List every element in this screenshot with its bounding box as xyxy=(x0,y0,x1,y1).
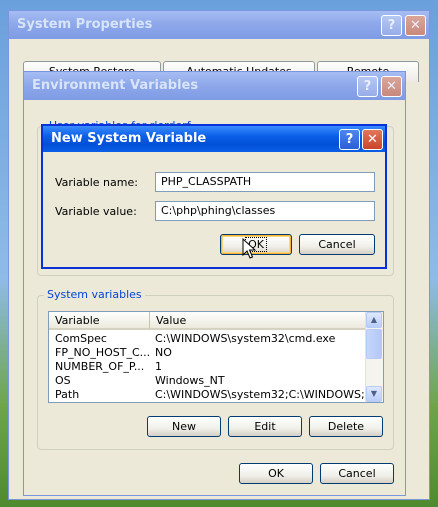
variable-cell: FP_NO_HOST_C... xyxy=(55,346,151,359)
column-header-value[interactable]: Value xyxy=(150,312,368,330)
cancel-button[interactable]: Cancel xyxy=(299,234,375,255)
close-button[interactable]: ✕ xyxy=(381,76,402,97)
value-cell: C:\WINDOWS\system32;C:\WINDOWS;... xyxy=(155,388,367,401)
table-row[interactable]: NUMBER_OF_P... 1 xyxy=(49,360,368,374)
system-variables-group: System variables Variable Value ComSpec … xyxy=(37,288,394,450)
table-row[interactable]: ComSpec C:\WINDOWS\system32\cmd.exe xyxy=(49,332,368,346)
variable-name-label: Variable name: xyxy=(55,176,138,189)
edit-button[interactable]: Edit xyxy=(228,416,302,437)
variable-value-label: Variable value: xyxy=(55,205,137,218)
variable-cell: ComSpec xyxy=(55,332,107,345)
variable-cell: Path xyxy=(55,388,80,401)
variable-value-field[interactable]: C:\php\phing\classes xyxy=(155,201,375,221)
help-button[interactable]: ? xyxy=(339,129,360,150)
system-properties-titlebar[interactable]: System Properties ? ✕ xyxy=(9,11,429,39)
new-system-variable-titlebar[interactable]: New System Variable ? ✕ xyxy=(43,126,385,152)
table-row[interactable]: Path C:\WINDOWS\system32;C:\WINDOWS;... xyxy=(49,388,368,402)
ok-button[interactable]: OK xyxy=(239,463,313,484)
value-cell: 1 xyxy=(155,360,162,373)
close-button[interactable]: ✕ xyxy=(405,15,426,36)
new-button[interactable]: New xyxy=(147,416,221,437)
variable-cell: OS xyxy=(55,374,71,387)
environment-variables-title: Environment Variables xyxy=(32,78,199,93)
variable-cell: NUMBER_OF_P... xyxy=(55,360,145,373)
environment-variables-titlebar[interactable]: Environment Variables ? ✕ xyxy=(24,72,405,100)
system-variables-title: System variables xyxy=(44,288,145,301)
close-button[interactable]: ✕ xyxy=(362,129,383,150)
scroll-up-icon[interactable]: ▲ xyxy=(366,312,382,328)
column-header-variable[interactable]: Variable xyxy=(49,312,150,330)
value-cell: Windows_NT xyxy=(155,374,225,387)
vertical-scrollbar[interactable]: ▲ ▼ xyxy=(365,312,383,402)
help-button[interactable]: ? xyxy=(357,76,378,97)
new-system-variable-dialog: New System Variable ? ✕ Variable name: P… xyxy=(41,124,387,269)
value-cell: NO xyxy=(155,346,172,359)
table-row[interactable]: OS Windows_NT xyxy=(49,374,368,388)
system-properties-title: System Properties xyxy=(17,17,153,32)
help-button[interactable]: ? xyxy=(381,15,402,36)
system-variables-list[interactable]: Variable Value ComSpec C:\WINDOWS\system… xyxy=(48,311,384,403)
table-row[interactable]: FP_NO_HOST_C... NO xyxy=(49,346,368,360)
cancel-button[interactable]: Cancel xyxy=(320,463,394,484)
scroll-thumb[interactable] xyxy=(366,329,382,359)
mouse-cursor-icon xyxy=(242,238,256,259)
variable-name-field[interactable]: PHP_CLASSPATH xyxy=(155,172,375,192)
delete-button[interactable]: Delete xyxy=(309,416,383,437)
value-cell: C:\WINDOWS\system32\cmd.exe xyxy=(155,332,336,345)
scroll-down-icon[interactable]: ▼ xyxy=(366,386,382,402)
new-system-variable-title: New System Variable xyxy=(51,131,207,146)
ok-button[interactable]: OK xyxy=(220,234,292,255)
